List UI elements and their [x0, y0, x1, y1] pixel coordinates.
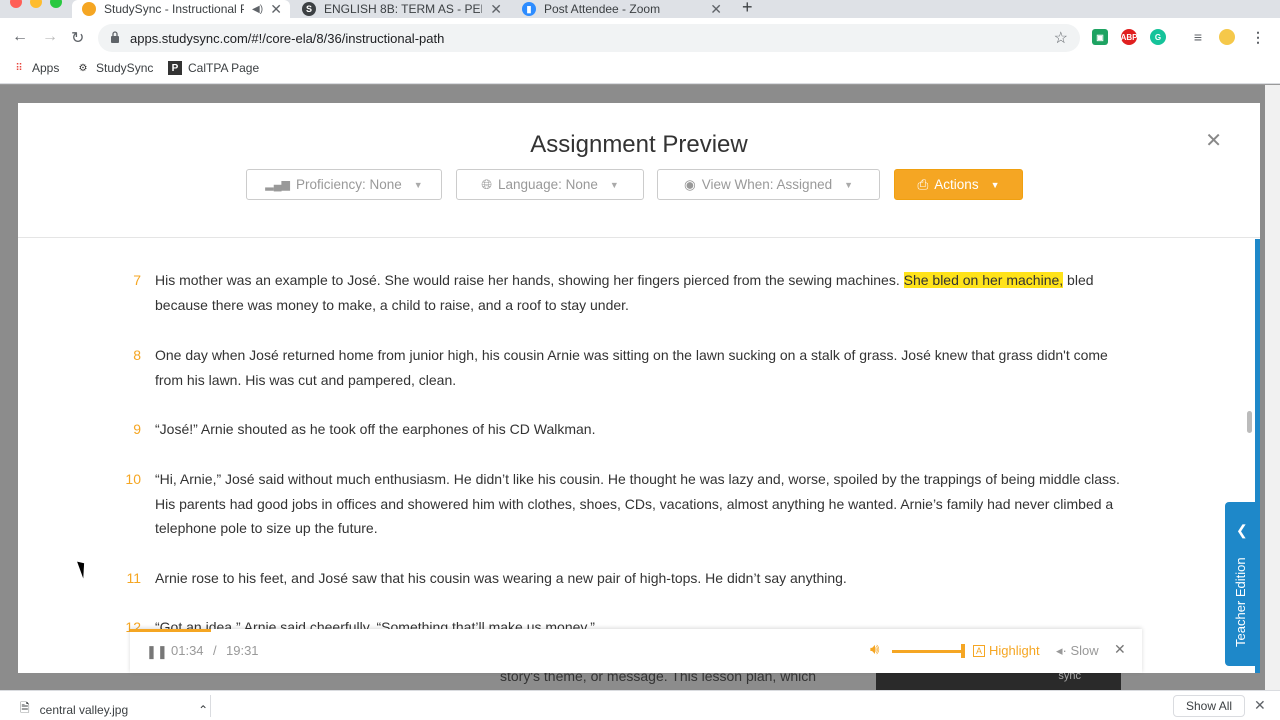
reload-icon[interactable]: ↻: [71, 28, 84, 48]
close-tab-icon[interactable]: ✕: [270, 1, 282, 18]
back-icon[interactable]: ←: [12, 28, 28, 46]
total-time: 19:31: [226, 643, 259, 658]
volume-slider-handle[interactable]: [961, 644, 965, 658]
extension-green-icon[interactable]: ▣: [1092, 29, 1108, 45]
volume-slider[interactable]: [892, 650, 962, 653]
chevron-down-icon: ▼: [990, 179, 1000, 190]
page-scrollbar[interactable]: [1265, 85, 1280, 690]
studysync-favicon-icon: [82, 2, 96, 16]
chevron-down-icon: ▼: [413, 179, 423, 190]
reading-scrollbar-thumb[interactable]: [1247, 411, 1252, 433]
modal-title: Assignment Preview: [530, 131, 748, 158]
menu-icon[interactable]: ⋮: [1250, 29, 1266, 45]
bar-chart-icon: ▂▄▆: [265, 179, 290, 191]
paragraph-number: 9: [133, 421, 141, 437]
reading-text-body: 7 His mother was an example to José. She…: [18, 239, 1260, 673]
bookmark-caltpa[interactable]: P CalTPA Page: [168, 61, 259, 75]
download-item[interactable]: 🗎 central valley.jpg ⌃: [20, 699, 208, 720]
tab-english[interactable]: S ENGLISH 8B: TERM AS - PERIO ✕: [292, 0, 510, 18]
printer-icon: ⎙: [917, 176, 929, 192]
paragraph-number: 12: [125, 619, 141, 635]
file-icon: 🗎: [20, 701, 30, 715]
bookmark-studysync[interactable]: ⚙ StudySync: [76, 61, 154, 75]
tab-studysync[interactable]: StudySync - Instructional P ◀) ✕: [72, 0, 290, 18]
close-tab-icon[interactable]: ✕: [710, 1, 722, 18]
lock-icon: [111, 31, 119, 43]
url-text: apps.studysync.com/#!/core-ela/8/36/inst…: [130, 31, 445, 46]
close-tab-icon[interactable]: ✕: [490, 1, 502, 18]
view-when-dropdown[interactable]: ◉ View When: Assigned ▼: [657, 169, 880, 200]
bookmark-star-icon[interactable]: ☆: [1054, 28, 1068, 48]
elapsed-time: 01:34: [171, 643, 204, 658]
paragraph-11: Arnie rose to his feet, and José saw tha…: [155, 570, 847, 586]
close-modal-icon[interactable]: ✕: [1205, 128, 1222, 153]
tab-zoom[interactable]: ▮ Post Attendee - Zoom ✕: [512, 0, 730, 18]
globe-icon: 🌐︎: [481, 176, 493, 192]
reading-list-icon[interactable]: ≡: [1190, 29, 1206, 45]
bookmarks-bar: ⠿ Apps ⚙ StudySync P CalTPA Page: [0, 58, 1280, 84]
eye-icon: ◉: [683, 176, 696, 192]
maximize-window-icon[interactable]: [50, 0, 62, 8]
highlighted-text[interactable]: She bled on her machine,: [903, 272, 1064, 288]
time-separator: /: [213, 643, 217, 658]
forward-icon[interactable]: →: [42, 28, 58, 46]
paragraph-number: 8: [133, 347, 141, 363]
studysync-icon: ⚙: [78, 62, 88, 74]
paragraph-9: “José!” Arnie shouted as he took off the…: [155, 421, 596, 437]
apps-grid-icon: ⠿: [15, 62, 23, 74]
teacher-edition-tab[interactable]: ❮ Teacher Edition: [1225, 502, 1258, 666]
teacher-edition-label: Teacher Edition: [1233, 557, 1248, 647]
profile-avatar[interactable]: [1219, 29, 1235, 45]
pause-icon[interactable]: ❚❚: [146, 644, 168, 660]
window-controls: [10, 0, 62, 8]
caltpa-icon: P: [168, 61, 182, 75]
bookmark-apps[interactable]: ⠿ Apps: [12, 61, 59, 75]
slow-toggle[interactable]: ◂· Slow: [1056, 643, 1099, 659]
divider: [210, 695, 211, 717]
paragraph-10: “Hi, Arnie,” José said without much enth…: [155, 471, 1120, 537]
close-audio-icon[interactable]: ✕: [1114, 641, 1126, 658]
highlight-icon: A: [973, 644, 986, 657]
schoology-favicon-icon: S: [302, 2, 316, 16]
audio-player: ❚❚ 01:34 / 19:31 🔊︎ A Highlight ◂· Slow …: [130, 629, 1142, 673]
download-filename: central valley.jpg: [39, 702, 129, 717]
highlight-toggle[interactable]: A Highlight: [973, 643, 1040, 658]
download-bar: 🗎 central valley.jpg ⌃ Show All ✕: [0, 690, 1280, 720]
adblock-icon[interactable]: ABP: [1121, 29, 1137, 45]
zoom-favicon-icon: ▮: [522, 2, 536, 16]
minimize-window-icon[interactable]: [30, 0, 42, 8]
proficiency-dropdown[interactable]: ▂▄▆ Proficiency: None ▼: [246, 169, 442, 200]
chevron-down-icon: ▼: [609, 179, 619, 190]
paragraph-7: His mother was an example to José. She w…: [155, 272, 1094, 313]
speed-icon: ◂·: [1056, 643, 1067, 658]
browser-toolbar: ← → ↻ apps.studysync.com/#!/core-ela/8/3…: [0, 18, 1280, 58]
volume-icon[interactable]: 🔊︎: [870, 641, 879, 658]
modal-header: Assignment Preview ✕ ▂▄▆ Proficiency: No…: [18, 103, 1260, 238]
address-bar[interactable]: apps.studysync.com/#!/core-ela/8/36/inst…: [98, 24, 1080, 52]
audio-playing-icon[interactable]: ◀): [252, 4, 263, 15]
actions-dropdown[interactable]: ⎙ Actions ▼: [894, 169, 1023, 200]
chevron-up-icon[interactable]: ⌃: [198, 703, 208, 717]
chevron-down-icon: ▼: [844, 179, 854, 190]
assignment-preview-modal: Assignment Preview ✕ ▂▄▆ Proficiency: No…: [18, 103, 1260, 673]
show-all-button[interactable]: Show All: [1173, 695, 1246, 717]
audio-progress-bar[interactable]: [130, 629, 211, 632]
language-dropdown[interactable]: 🌐︎ Language: None ▼: [456, 169, 644, 200]
chevron-up-icon: ❮: [1236, 522, 1248, 538]
paragraph-number: 7: [133, 272, 141, 288]
new-tab-icon[interactable]: +: [742, 0, 753, 18]
close-download-bar-icon[interactable]: ✕: [1254, 697, 1266, 714]
tab-strip: StudySync - Instructional P ◀) ✕ S ENGLI…: [0, 0, 1280, 18]
paragraph-number: 10: [125, 471, 141, 487]
grammarly-icon[interactable]: G: [1150, 29, 1166, 45]
close-window-icon[interactable]: [10, 0, 22, 8]
paragraph-8: One day when José returned home from jun…: [155, 347, 1108, 388]
